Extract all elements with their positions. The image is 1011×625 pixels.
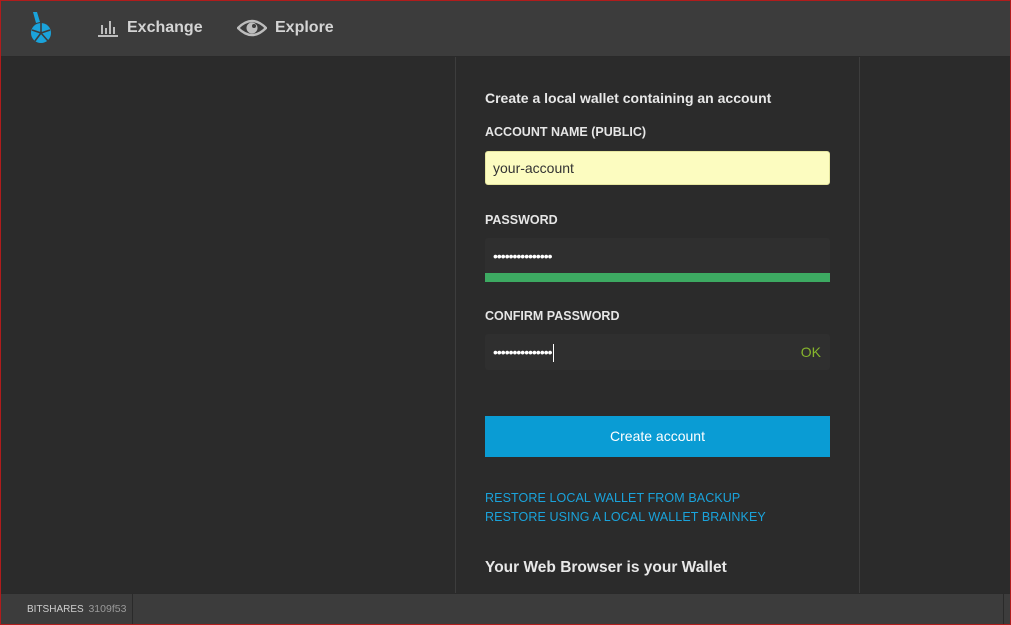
footer-divider <box>132 594 133 624</box>
nav-explore-label: Explore <box>275 19 334 36</box>
bar-chart-icon <box>97 19 119 37</box>
password-value: ••••••••••••••• <box>493 248 553 264</box>
footer-bar: BITSHARES 3109f53 <box>0 593 1011 625</box>
account-name-input[interactable]: your-account <box>485 151 830 185</box>
create-account-button[interactable]: Create account <box>485 416 830 457</box>
app-name: BITSHARES <box>27 604 84 615</box>
text-caret <box>552 344 554 363</box>
footer-divider <box>1003 594 1004 624</box>
confirm-password-value: ••••••••••••••• <box>493 344 553 360</box>
nav-explore[interactable]: Explore <box>237 0 334 56</box>
confirm-status: OK <box>800 344 821 360</box>
confirm-password-label: CONFIRM PASSWORD <box>485 309 620 323</box>
form-heading: Create a local wallet containing an acco… <box>485 90 772 106</box>
confirm-password-input[interactable]: ••••••••••••••• OK <box>485 334 830 370</box>
eye-icon <box>237 18 267 38</box>
app-version: BITSHARES 3109f53 <box>27 594 126 625</box>
password-label: PASSWORD <box>485 213 558 227</box>
restore-brainkey-link[interactable]: RESTORE USING A LOCAL WALLET BRAINKEY <box>485 510 766 524</box>
version-hash: 3109f53 <box>88 603 127 615</box>
bitshares-logo-icon[interactable] <box>28 10 54 46</box>
create-wallet-panel: Create a local wallet containing an acco… <box>455 57 860 593</box>
password-input[interactable]: ••••••••••••••• <box>485 238 830 274</box>
password-strength-bar <box>485 273 830 282</box>
top-bar: Exchange Explore <box>0 0 1011 57</box>
restore-backup-link[interactable]: RESTORE LOCAL WALLET FROM BACKUP <box>485 491 740 505</box>
nav-exchange-label: Exchange <box>127 19 203 36</box>
account-name-label: ACCOUNT NAME (PUBLIC) <box>485 125 647 139</box>
wallet-info-heading: Your Web Browser is your Wallet <box>485 559 727 576</box>
nav-exchange[interactable]: Exchange <box>97 0 203 56</box>
